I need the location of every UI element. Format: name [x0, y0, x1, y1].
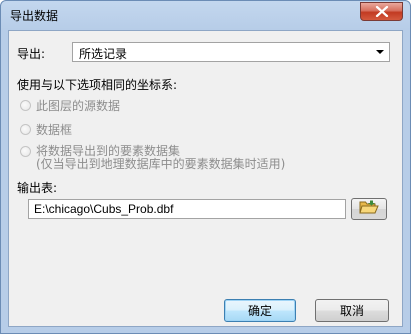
ok-button[interactable]: 确定 — [224, 299, 296, 322]
export-label: 导出: — [17, 47, 46, 61]
output-table-label: 输出表: — [17, 181, 58, 195]
window-title: 导出数据 — [10, 9, 59, 23]
close-button[interactable] — [360, 2, 403, 21]
radio-layer-source[interactable] — [20, 100, 31, 111]
browse-button[interactable] — [351, 198, 387, 220]
cancel-button[interactable]: 取消 — [315, 299, 389, 322]
chevron-down-icon[interactable] — [376, 50, 384, 54]
close-icon — [375, 2, 389, 21]
dialog-body: 导出: 所选记录 使用与以下选项相同的坐标系: 此图层的源数据 数据框 将数据导… — [8, 30, 403, 327]
radio-layer-source-label: 此图层的源数据 — [36, 99, 121, 113]
output-path-input[interactable] — [29, 200, 345, 218]
title-bar[interactable]: 导出数据 — [1, 1, 410, 29]
export-select[interactable]: 所选记录 — [72, 42, 390, 62]
coordinate-system-heading: 使用与以下选项相同的坐标系: — [17, 78, 178, 92]
open-folder-icon — [359, 199, 379, 219]
radio-data-frame-label: 数据框 — [36, 123, 73, 137]
radio-feature-dataset-note: (仅当导出到地理数据库中的要素数据集时适用) — [36, 157, 286, 171]
radio-feature-dataset[interactable] — [20, 146, 31, 157]
radio-data-frame[interactable] — [20, 124, 31, 135]
output-path-field[interactable] — [28, 199, 346, 219]
export-select-value: 所选记录 — [79, 47, 128, 61]
export-data-dialog: 导出数据 导出: 所选记录 使用与以下选项相同的坐标系: 此图层的源数据 数据框… — [0, 0, 411, 334]
